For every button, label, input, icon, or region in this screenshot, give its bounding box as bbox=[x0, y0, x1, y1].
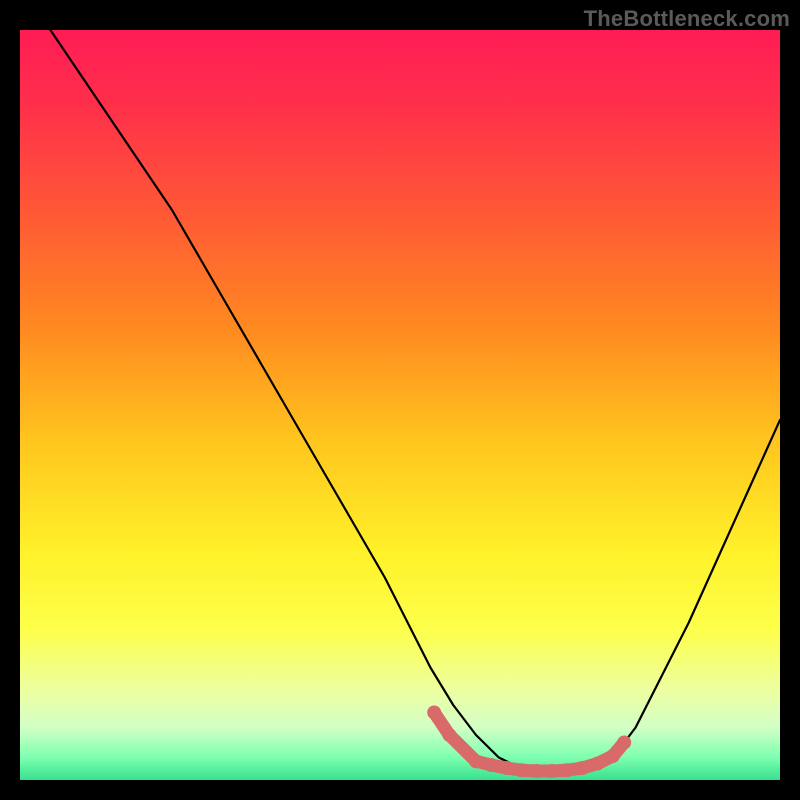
chart-container: TheBottleneck.com bbox=[0, 0, 800, 800]
optimal-range-marker bbox=[499, 761, 513, 775]
watermark-text: TheBottleneck.com bbox=[584, 6, 790, 32]
optimal-range-marker bbox=[484, 758, 498, 772]
optimal-range-marker bbox=[591, 757, 605, 771]
optimal-range-marker bbox=[560, 763, 574, 777]
optimal-range-marker bbox=[575, 761, 589, 775]
optimal-range-marker bbox=[515, 763, 529, 777]
optimal-range-marker bbox=[617, 736, 631, 750]
plot-area bbox=[20, 30, 780, 780]
optimal-range-marker bbox=[606, 749, 620, 763]
optimal-range-marker bbox=[545, 764, 559, 778]
chart-svg bbox=[20, 30, 780, 780]
optimal-range-marker bbox=[427, 706, 441, 720]
optimal-range-marker bbox=[530, 764, 544, 778]
optimal-range-marker bbox=[442, 728, 456, 742]
optimal-range-marker bbox=[469, 754, 483, 768]
